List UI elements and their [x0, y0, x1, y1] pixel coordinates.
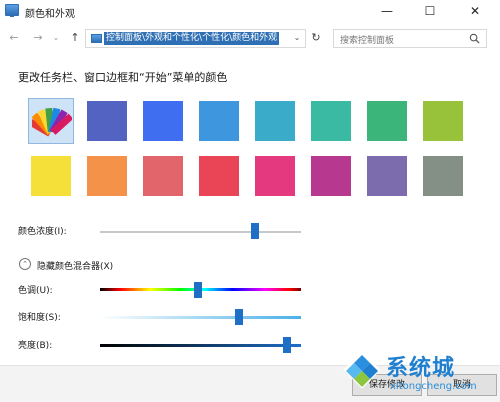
saturation-slider-track[interactable] [100, 316, 301, 319]
color-swatch[interactable] [420, 153, 466, 199]
up-button[interactable]: ↑ [67, 30, 83, 46]
color-swatch-fill [87, 156, 127, 196]
intensity-slider-track[interactable] [100, 231, 301, 233]
recent-locations-button[interactable]: ⌄ [48, 30, 64, 46]
forward-button[interactable]: → [30, 30, 46, 46]
color-swatch-fill [255, 101, 295, 141]
color-swatch[interactable] [364, 153, 410, 199]
saturation-label: 饱和度(S): [18, 313, 61, 323]
intensity-label: 颜色浓度(I): [18, 227, 67, 237]
brightness-slider-track[interactable] [100, 344, 301, 347]
color-swatch-fill [199, 156, 239, 196]
color-swatch-fill [423, 156, 463, 196]
control-panel-icon [91, 34, 102, 43]
color-swatch-fill [255, 156, 295, 196]
watermark-url: xitongcheng.com [390, 381, 477, 392]
search-placeholder: 搜索控制面板 [340, 36, 395, 46]
color-swatch[interactable] [84, 153, 130, 199]
color-swatch[interactable] [196, 98, 242, 144]
color-swatch-fill [367, 156, 407, 196]
color-fan-icon [32, 107, 72, 137]
watermark-logo-icon [343, 351, 381, 389]
address-dropdown-button[interactable]: ⌄ [291, 32, 303, 44]
color-swatch[interactable] [420, 98, 466, 144]
search-icon[interactable] [469, 33, 480, 44]
color-swatch[interactable] [364, 98, 410, 144]
hue-slider-thumb[interactable] [194, 282, 203, 298]
color-swatch[interactable] [140, 153, 186, 199]
back-button[interactable]: ← [6, 30, 22, 46]
brightness-label: 亮度(B): [18, 341, 53, 351]
window-title: 颜色和外观 [25, 9, 75, 20]
address-bar[interactable]: 控制面板\外观和个性化\个性化\颜色和外观 [85, 29, 306, 48]
title-bar: 颜色和外观 — ☐ ✕ [0, 0, 500, 24]
color-swatch[interactable] [252, 153, 298, 199]
color-swatch[interactable] [252, 98, 298, 144]
color-swatch-fill [143, 101, 183, 141]
color-swatch-fill [143, 156, 183, 196]
saturation-slider-thumb[interactable] [234, 309, 243, 325]
site-watermark: 系统城 xitongcheng.com [342, 346, 500, 402]
color-swatch-fill [311, 156, 351, 196]
color-swatch-fill [199, 101, 239, 141]
collapse-icon[interactable]: ⌃ [19, 258, 31, 270]
color-swatch[interactable] [84, 98, 130, 144]
address-text[interactable]: 控制面板\外观和个性化\个性化\颜色和外观 [104, 32, 280, 45]
maximize-button[interactable]: ☐ [413, 0, 447, 24]
color-swatch-fill [367, 101, 407, 141]
minimize-button[interactable]: — [370, 0, 404, 24]
refresh-button[interactable]: ↻ [309, 31, 323, 45]
navigation-bar: ← → ⌄ ↑ 控制面板\外观和个性化\个性化\颜色和外观 ⌄ ↻ 搜索控制面板 [0, 26, 500, 52]
control-panel-icon [5, 4, 19, 17]
color-swatch[interactable] [28, 153, 74, 199]
close-button[interactable]: ✕ [458, 0, 492, 24]
brightness-slider-thumb[interactable] [282, 337, 291, 353]
color-swatch[interactable] [308, 98, 354, 144]
color-swatch-fill [311, 101, 351, 141]
page-heading: 更改任务栏、窗口边框和“开始”菜单的颜色 [18, 71, 228, 84]
watermark-text: 系统城 [386, 356, 456, 381]
hue-label: 色调(U): [18, 286, 53, 296]
search-input[interactable]: 搜索控制面板 [333, 29, 487, 48]
color-swatch[interactable] [196, 153, 242, 199]
color-swatch-fill [31, 156, 71, 196]
color-swatch-fill [87, 101, 127, 141]
color-swatch[interactable] [140, 98, 186, 144]
hide-mixer-link[interactable]: 隐藏颜色混合器(X) [37, 259, 113, 272]
color-swatch-automatic[interactable] [28, 98, 74, 144]
intensity-slider-thumb[interactable] [250, 223, 259, 239]
color-swatch-fill [423, 101, 463, 141]
color-swatch[interactable] [308, 153, 354, 199]
